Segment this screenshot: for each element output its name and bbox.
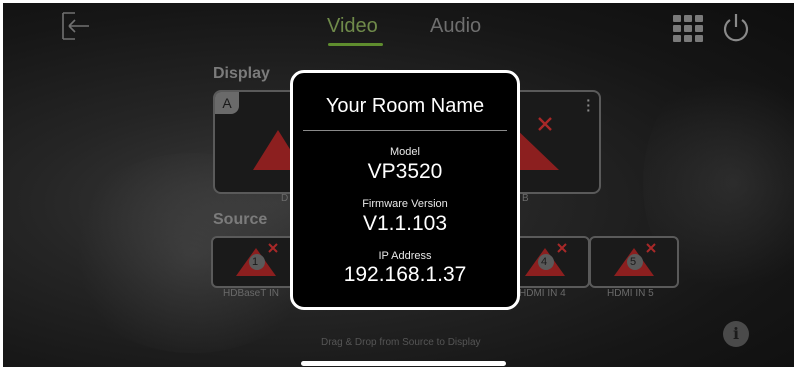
firmware-value: V1.1.103 — [362, 212, 448, 235]
drag-drop-hint: Drag & Drop from Source to Display — [321, 337, 481, 348]
ip-value: 192.168.1.37 — [343, 263, 467, 286]
source-label: HDBaseT IN — [223, 288, 279, 299]
source-label: HDMI IN 5 — [607, 288, 654, 299]
source-section-title: Source — [213, 211, 268, 228]
source-label: HDMI IN 4 — [519, 288, 566, 299]
source-card-5[interactable]: 5 — [589, 236, 679, 288]
source-number: 1 — [252, 256, 259, 268]
home-indicator[interactable] — [301, 361, 506, 366]
display-card-b[interactable]: · · · — [511, 90, 601, 194]
kebab-menu-icon[interactable]: · · · — [586, 93, 591, 117]
info-icon[interactable]: i — [723, 321, 749, 347]
source-card-1[interactable]: 1 — [211, 236, 301, 288]
tab-audio[interactable]: Audio — [430, 15, 481, 38]
warning-icon — [513, 117, 559, 170]
app-screen: Video Audio Display A D · · · B Source 1… — [3, 3, 794, 367]
room-name: Your Room Name — [325, 95, 485, 117]
divider — [303, 130, 507, 131]
firmware-label: Firmware Version — [362, 198, 448, 210]
back-arrow-icon[interactable] — [61, 11, 91, 41]
room-info-modal: Your Room Name Model VP3520 Firmware Ver… — [290, 70, 520, 310]
display-section-title: Display — [213, 65, 270, 82]
display-card-label: B — [522, 193, 529, 204]
active-tab-indicator — [328, 43, 383, 46]
model-value: VP3520 — [367, 160, 443, 183]
model-label: Model — [390, 146, 420, 158]
ip-label: IP Address — [378, 250, 432, 262]
display-card-label: D — [281, 193, 289, 204]
source-number: 4 — [541, 256, 548, 268]
source-number: 5 — [630, 256, 637, 268]
display-badge: A — [215, 92, 239, 114]
grid-icon[interactable] — [673, 15, 703, 43]
tab-video[interactable]: Video — [327, 15, 378, 38]
power-icon[interactable] — [721, 12, 751, 44]
